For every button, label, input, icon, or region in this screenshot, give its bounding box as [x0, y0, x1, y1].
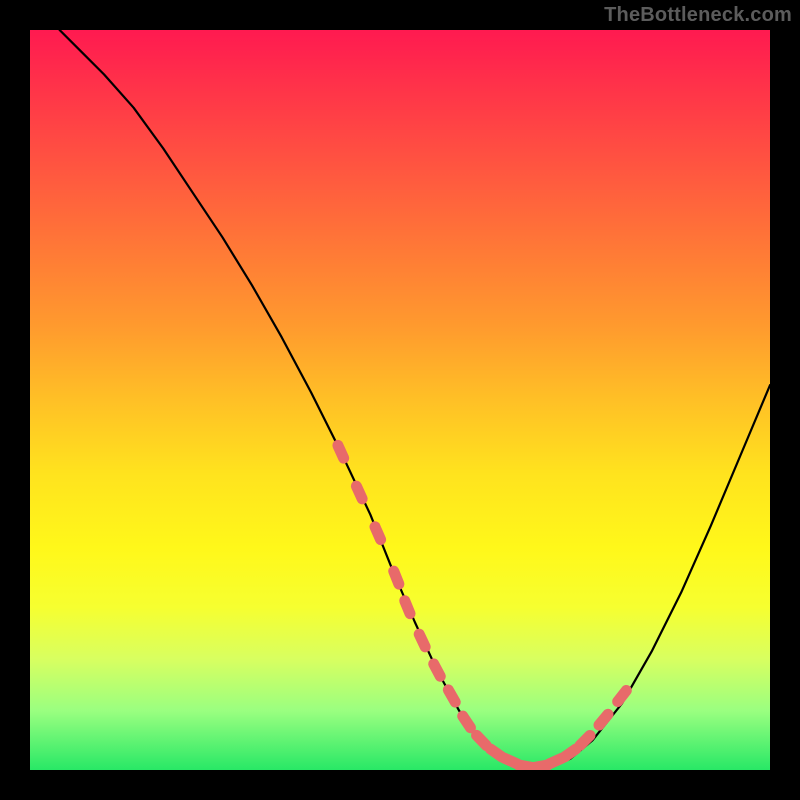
highlight-dot — [599, 714, 608, 725]
highlight-dot — [477, 735, 487, 745]
watermark-text: TheBottleneck.com — [604, 4, 792, 27]
chart-svg — [30, 30, 770, 770]
chart-frame: TheBottleneck.com — [0, 0, 800, 800]
highlight-dot — [580, 735, 590, 745]
highlight-dot — [419, 634, 425, 647]
highlight-dot — [448, 690, 455, 702]
plot-area — [30, 30, 770, 770]
highlight-dot — [356, 486, 362, 499]
curve-path — [60, 30, 770, 767]
highlight-dot — [375, 527, 381, 540]
highlight-dot — [394, 571, 399, 584]
highlight-dot — [405, 601, 410, 614]
highlight-dot — [338, 445, 344, 458]
highlight-dot — [434, 664, 441, 676]
highlight-dot — [618, 690, 627, 701]
highlight-dots — [338, 445, 626, 767]
highlight-dot — [463, 716, 471, 728]
highlight-dot — [564, 749, 575, 757]
